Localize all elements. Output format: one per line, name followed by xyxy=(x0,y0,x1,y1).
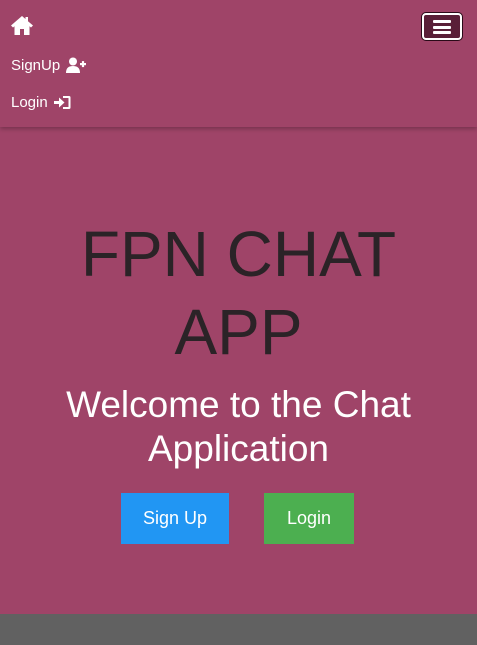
sign-in-icon xyxy=(53,95,71,110)
home-icon xyxy=(11,16,33,35)
subtitle-line-1: Welcome to the Chat xyxy=(66,384,411,425)
hero-section: FPN CHAT APP Welcome to the Chat Applica… xyxy=(0,127,477,614)
login-button[interactable]: Login xyxy=(264,493,354,544)
user-plus-icon xyxy=(66,57,87,73)
nav-item-signup[interactable]: SignUp xyxy=(11,55,87,75)
welcome-subtitle: Welcome to the Chat Application xyxy=(0,383,477,471)
nav-signup-label: SignUp xyxy=(11,56,61,74)
nav-item-login[interactable]: Login xyxy=(11,92,71,112)
subtitle-line-2: Application xyxy=(147,428,329,469)
hamburger-icon xyxy=(433,25,451,29)
home-link[interactable] xyxy=(10,14,34,36)
hamburger-icon xyxy=(433,20,451,23)
menu-toggle-button[interactable] xyxy=(422,13,462,40)
page-title: FPN CHAT APP xyxy=(0,215,477,371)
title-line-1: FPN CHAT xyxy=(80,218,397,290)
top-navbar: SignUp Login xyxy=(0,0,477,127)
hamburger-icon xyxy=(433,31,451,34)
page-footer-area xyxy=(0,614,477,645)
nav-login-label: Login xyxy=(11,93,48,111)
title-line-2: APP xyxy=(174,296,303,368)
signup-button[interactable]: Sign Up xyxy=(121,493,229,544)
